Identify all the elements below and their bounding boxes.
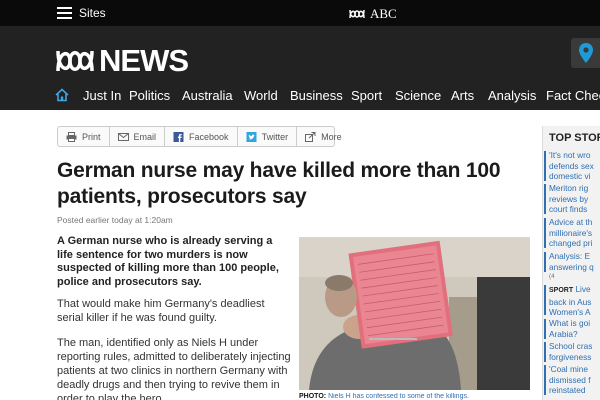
story-line: Live xyxy=(575,284,591,294)
story-marker xyxy=(544,285,546,315)
more-label: More xyxy=(321,131,342,142)
twitter-button[interactable]: Twitter xyxy=(238,127,298,146)
story-line: forgiveness xyxy=(549,351,592,362)
story-line: defends sex xyxy=(549,160,594,171)
nav-politics[interactable]: Politics xyxy=(129,88,170,103)
top-story-4[interactable]: Analysis: E answering q (4 xyxy=(544,251,594,283)
article-lead: A German nurse who is already serving a … xyxy=(57,235,279,288)
sites-label: Sites xyxy=(79,6,106,20)
story-line: back in Aus xyxy=(549,296,592,307)
story-marker xyxy=(544,319,546,339)
abc-brand[interactable]: ABC xyxy=(348,6,397,22)
printer-icon xyxy=(66,131,77,142)
location-button[interactable] xyxy=(571,38,600,68)
article-headline: German nurse may have killed more than 1… xyxy=(57,159,501,208)
nav-analysis[interactable]: Analysis xyxy=(488,88,536,103)
envelope-icon xyxy=(117,132,129,141)
article-paragraph-2: The man, identified only as Niels H unde… xyxy=(57,337,291,400)
story-line: changed pri xyxy=(549,238,593,248)
print-button[interactable]: Print xyxy=(58,127,110,146)
story-line: answering q xyxy=(549,261,594,272)
facebook-button[interactable]: Facebook xyxy=(165,127,238,146)
top-stories-sidebar: TOP STORIES 'It's not wro defends sex do… xyxy=(543,126,600,400)
story-line: 'Coal mine xyxy=(549,364,588,374)
location-pin-icon xyxy=(579,43,593,63)
email-label: Email xyxy=(133,131,157,142)
story-marker xyxy=(544,184,546,214)
story-line: dismissed f xyxy=(549,374,591,385)
nav-business[interactable]: Business xyxy=(290,88,343,103)
top-story-8[interactable]: 'Coal mine dismissed f reinstated xyxy=(544,364,591,396)
share-bar: Print Email Facebook Twitter More xyxy=(57,126,342,147)
home-icon[interactable] xyxy=(55,88,71,104)
story-line: 'It's not wro xyxy=(549,150,591,160)
story-marker xyxy=(544,365,546,395)
story-line: Analysis: E xyxy=(549,251,591,261)
story-line: court finds xyxy=(549,204,588,214)
nav-fact-check[interactable]: Fact Check xyxy=(546,88,600,103)
top-story-3[interactable]: Advice at th millionaire's changed pri xyxy=(544,217,593,249)
sites-menu-button[interactable]: Sites xyxy=(57,6,106,20)
story-marker xyxy=(544,252,546,272)
print-label: Print xyxy=(82,131,101,142)
sites-bar: Sites ABC xyxy=(0,0,600,26)
top-story-1[interactable]: 'It's not wro defends sex domestic vi xyxy=(544,150,594,182)
abc-news-logo[interactable]: NEWS xyxy=(55,43,189,79)
story-line: Arabia? xyxy=(549,328,578,339)
share-more-icon xyxy=(305,131,316,142)
comment-count: (4 xyxy=(549,273,555,280)
sport-tag: SPORT xyxy=(549,287,574,294)
nav-science[interactable]: Science xyxy=(395,88,441,103)
more-button[interactable]: More xyxy=(297,127,350,146)
story-line: Women's A xyxy=(549,307,591,317)
nav-just-in[interactable]: Just In xyxy=(83,88,121,103)
article-photo[interactable] xyxy=(299,237,530,390)
twitter-icon xyxy=(246,131,257,142)
main-nav: Just In Politics Australia World Busines… xyxy=(0,85,600,107)
nav-arts[interactable]: Arts xyxy=(451,88,474,103)
logo-news-text: NEWS xyxy=(99,43,189,78)
story-marker xyxy=(544,151,546,181)
caption-label: PHOTO: xyxy=(299,393,327,400)
facebook-label: Facebook xyxy=(189,131,229,142)
abc-logo-icon xyxy=(349,9,365,19)
story-marker xyxy=(544,218,546,248)
story-marker xyxy=(544,342,546,362)
posted-timestamp: Posted earlier today at 1:20am xyxy=(57,215,173,225)
top-story-6[interactable]: What is goi Arabia? xyxy=(544,318,591,339)
top-story-7[interactable]: School cras forgiveness xyxy=(544,341,593,362)
facebook-icon xyxy=(173,131,184,142)
article-paragraph-1: That would make him Germany's deadliest … xyxy=(57,298,265,324)
abc-lissajous-icon xyxy=(56,50,94,72)
hamburger-icon xyxy=(57,7,72,19)
nav-australia[interactable]: Australia xyxy=(182,88,233,103)
story-line: reviews by xyxy=(549,193,589,204)
story-line: domestic vi xyxy=(549,171,591,181)
twitter-label: Twitter xyxy=(261,131,289,142)
story-line: What is goi xyxy=(549,318,591,328)
top-story-5[interactable]: SPORT Live back in Aus Women's A xyxy=(544,284,592,318)
nav-sport[interactable]: Sport xyxy=(351,88,382,103)
caption-text[interactable]: Niels H has confessed to some of the kil… xyxy=(328,393,469,400)
abc-brand-text: ABC xyxy=(370,6,397,21)
story-line: School cras xyxy=(549,341,593,351)
email-button[interactable]: Email xyxy=(110,127,166,146)
story-line: millionaire's xyxy=(549,227,593,238)
top-stories-title: TOP STORIES xyxy=(549,132,600,144)
site-header: NEWS Just In Politics Australia World Bu… xyxy=(0,26,600,110)
photo-caption: PHOTO: Niels H has confessed to some of … xyxy=(299,393,531,400)
nav-world[interactable]: World xyxy=(244,88,278,103)
story-line: reinstated xyxy=(549,385,586,395)
top-story-2[interactable]: Meriton rig reviews by court finds xyxy=(544,183,589,215)
story-line: Advice at th xyxy=(549,217,593,227)
story-line: Meriton rig xyxy=(549,183,589,193)
courtroom-photo-illustration xyxy=(299,237,530,390)
